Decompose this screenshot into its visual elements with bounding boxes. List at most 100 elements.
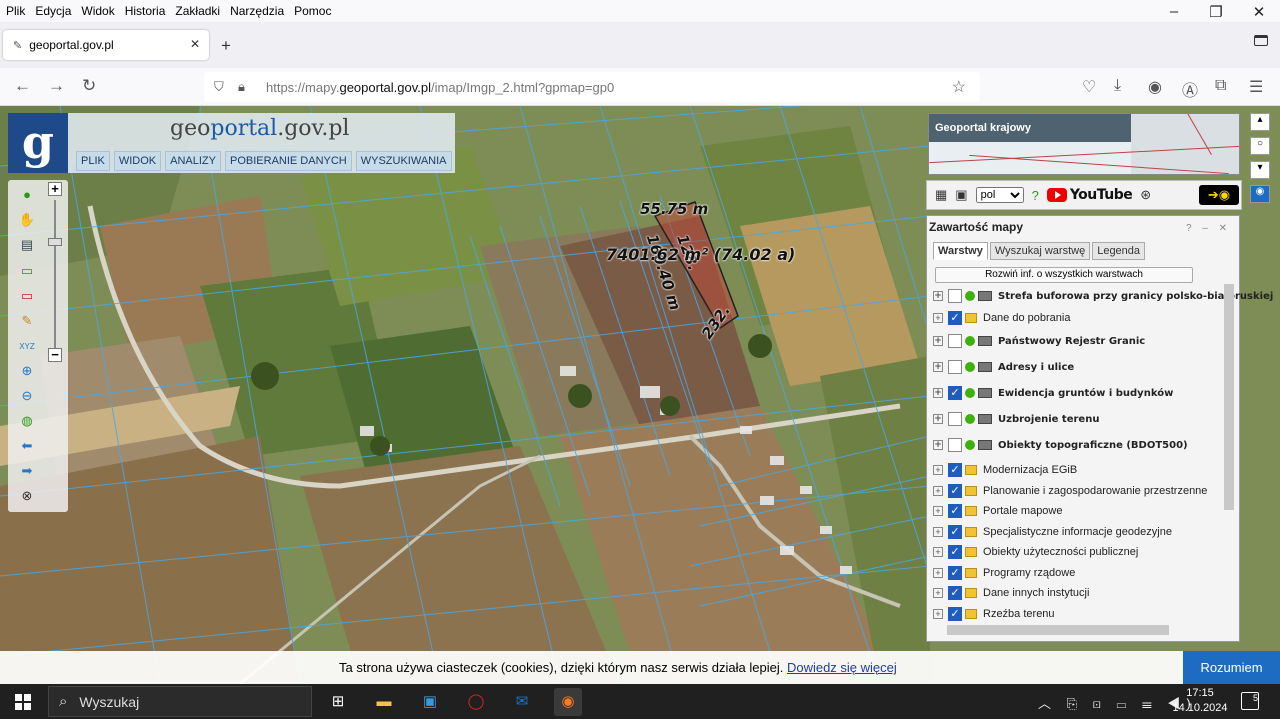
layer-checkbox[interactable] [948, 360, 962, 374]
menu-plik[interactable]: PLIK [76, 151, 110, 171]
youtube-link[interactable]: YouTube [1046, 187, 1133, 203]
layer-checkbox[interactable]: ✓ [948, 386, 962, 400]
layer-row[interactable]: + Uzbrojenie terenu [933, 410, 1099, 428]
layer-row[interactable]: + ✓ Ewidencja gruntów i budynków [933, 384, 1173, 402]
menu-widok[interactable]: WIDOK [113, 151, 162, 171]
zoom-plus-button[interactable]: + [48, 182, 62, 196]
pocket-icon[interactable]: ♡ [1082, 77, 1096, 97]
expand-layer-icon[interactable]: + [933, 313, 943, 323]
layer-row[interactable]: + ✓ Dane innych instytucji [933, 584, 1089, 602]
lock-icon[interactable]: 🔒︎ [238, 79, 260, 95]
taskbar-search[interactable]: ⌕ Wyszukaj [48, 686, 312, 717]
view-toggle-icon[interactable]: ◉ [1250, 185, 1270, 203]
zoom-in-icon[interactable]: ⊕ [18, 362, 36, 380]
side-control-2-icon[interactable]: ○ [1250, 137, 1270, 155]
translate-icon[interactable]: Ⓐ [1182, 77, 1198, 101]
zoom-slider[interactable]: + − [48, 182, 64, 364]
layer-checkbox[interactable]: ✓ [948, 586, 962, 600]
pan-hand-icon[interactable]: ✋ [18, 211, 36, 229]
tab-search-layer[interactable]: Wyszukaj warstwę [989, 242, 1091, 260]
bookmark-star-icon[interactable]: ☆ [952, 77, 966, 97]
menu-file[interactable]: Plik [0, 4, 30, 18]
accessibility-icon[interactable]: ⊛ [1140, 187, 1151, 203]
side-control-1-icon[interactable]: ▴ [1250, 113, 1270, 131]
layer-row[interactable]: + ✓ Rzeźba terenu [933, 605, 1055, 623]
menu-edit[interactable]: Edycja [30, 4, 76, 18]
back-icon[interactable]: ← [14, 76, 31, 96]
layer-row[interactable]: + ✓ Specjalistyczne informacje geodezyjne [933, 523, 1172, 541]
cookie-learn-more-link[interactable]: Dowiedz się więcej [787, 660, 897, 675]
layer-checkbox[interactable]: ✓ [948, 545, 962, 559]
layer-row[interactable]: + ✓ Modernizacja EGiB [933, 461, 1077, 479]
xyz-coordinates-icon[interactable]: XYZ [18, 338, 36, 356]
opera-icon[interactable]: ◯ [462, 688, 490, 716]
expand-layer-icon[interactable]: + [933, 568, 943, 578]
layer-checkbox[interactable]: ✓ [948, 607, 962, 621]
clear-icon[interactable]: ⊗ [18, 487, 36, 505]
close-window-icon[interactable]: ✕ [1249, 3, 1269, 21]
shield-icon[interactable]: ⛉ [214, 79, 236, 95]
taskbar-clock[interactable]: 17:15 14.10.2024 [1172, 686, 1228, 716]
previous-view-icon[interactable]: ⬅ [18, 437, 36, 455]
layer-checkbox[interactable]: ✓ [948, 311, 962, 325]
layer-row[interactable]: + Państwowy Rejestr Granic [933, 332, 1145, 350]
menu-tools[interactable]: Narzędzia [225, 4, 289, 18]
outlook-icon[interactable]: ✉ [508, 688, 536, 716]
menu-pobieranie[interactable]: POBIERANIE DANYCH [225, 151, 352, 171]
zoom-minus-button[interactable]: − [48, 348, 62, 362]
expand-layer-icon[interactable]: + [933, 336, 943, 346]
tab-geoportal[interactable]: ✎ geoportal.gov.pl ✕ [3, 30, 209, 60]
layer-row[interactable]: + Adresy i ulice [933, 358, 1074, 376]
expand-layer-icon[interactable]: + [933, 609, 943, 619]
cookie-accept-button[interactable]: Rozumiem [1183, 651, 1280, 684]
expand-layer-icon[interactable]: + [933, 527, 943, 537]
geoportal-logo[interactable]: g [8, 113, 68, 173]
expand-layer-icon[interactable]: + [933, 414, 943, 424]
layer-checkbox[interactable] [948, 438, 962, 452]
download-icon[interactable]: ⤓ [1114, 77, 1121, 95]
task-view-icon[interactable]: ⊞ [324, 688, 352, 716]
side-control-3-icon[interactable]: ▾ [1250, 161, 1270, 179]
layer-checkbox[interactable]: ✓ [948, 504, 962, 518]
layer-checkbox[interactable]: ✓ [948, 525, 962, 539]
layer-checkbox[interactable] [948, 412, 962, 426]
layer-list-icon[interactable]: ▤ [18, 236, 36, 254]
layer-checkbox[interactable] [948, 334, 962, 348]
reload-icon[interactable]: ↻ [82, 76, 96, 96]
menu-analizy[interactable]: ANALIZY [165, 151, 221, 171]
firefox-icon[interactable]: ◉ [554, 688, 582, 716]
tab-legend[interactable]: Legenda [1092, 242, 1146, 260]
layer-row[interactable]: + ✓ Dane do pobrania [933, 309, 1070, 327]
layer-row[interactable]: + ✓ Obiekty użyteczności publicznej [933, 543, 1138, 561]
layer-checkbox[interactable]: ✓ [948, 566, 962, 580]
expand-all-button[interactable]: Rozwiń inf. o wszystkich warstwach [935, 267, 1193, 283]
menu-wyszukiwania[interactable]: WYSZUKIWANIA [355, 151, 452, 171]
restore-icon[interactable]: ❐ [1206, 3, 1226, 21]
zoom-track[interactable] [54, 200, 56, 348]
layer-row[interactable]: + Obiekty topograficzne (BDOT500) [933, 436, 1188, 454]
menu-view[interactable]: Widok [76, 4, 119, 18]
pencil-icon[interactable]: ✎ [18, 312, 36, 330]
extensions-icon[interactable]: ⧉ [1215, 77, 1226, 95]
overview-map[interactable]: Geoportal krajowy [928, 113, 1240, 175]
contrast-eye-icon[interactable]: ➔◉ [1199, 185, 1239, 205]
layer-row[interactable]: + ✓ Portale mapowe [933, 502, 1063, 520]
layer-checkbox[interactable]: ✓ [948, 463, 962, 477]
minimize-icon[interactable]: – [1164, 3, 1184, 20]
expand-layer-icon[interactable]: + [933, 291, 943, 301]
expand-layer-icon[interactable]: + [933, 588, 943, 598]
layer-scrollbar-horizontal[interactable] [933, 624, 1227, 636]
menu-help[interactable]: Pomoc [289, 4, 336, 18]
expand-layer-icon[interactable]: + [933, 362, 943, 372]
next-view-icon[interactable]: ➡ [18, 462, 36, 480]
globe-icon[interactable]: ◍ [18, 412, 36, 430]
zoom-thumb[interactable] [48, 238, 62, 246]
url-bar[interactable]: ⛉ 🔒︎ https://mapy. geoportal.gov.pl/imap/… [204, 72, 980, 102]
app-menu-icon[interactable]: ☰ [1249, 77, 1263, 97]
close-tab-icon[interactable]: ✕ [190, 37, 200, 51]
file-explorer-icon[interactable]: ▬ [370, 688, 398, 716]
account-icon[interactable]: ◉ [1148, 77, 1162, 97]
panel-controls[interactable]: ? – ✕ [1186, 223, 1231, 234]
layer-row[interactable]: + ✓ Planowanie i zagospodarowanie przestrz… [933, 482, 1207, 500]
layer-scrollbar-vertical[interactable] [1223, 264, 1235, 624]
